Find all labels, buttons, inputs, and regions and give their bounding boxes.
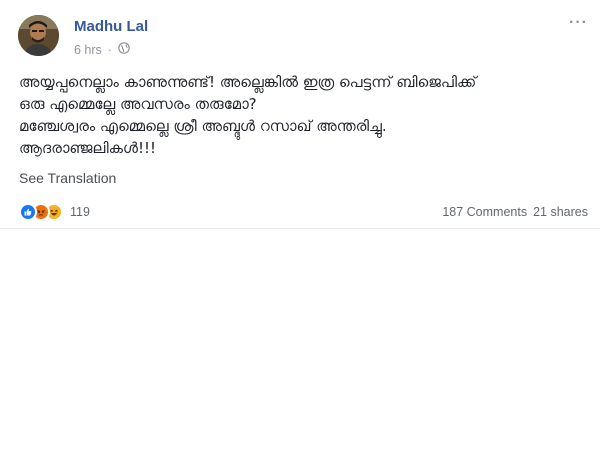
engagement-stats: 187 Comments 21 shares	[442, 205, 588, 219]
see-translation-link[interactable]: See Translation	[19, 170, 116, 186]
shares-count-link[interactable]: 21 shares	[533, 205, 588, 219]
post-text-line: ഒരു എമ്മെല്ലേ അവസരം തരുമോ?	[19, 95, 257, 113]
comments-count-link[interactable]: 187 Comments	[442, 205, 527, 219]
post-timestamp[interactable]: 6 hrs	[74, 43, 102, 57]
post-options-button[interactable]: ···	[569, 14, 588, 32]
meta-separator: ·	[107, 42, 112, 57]
post-text-line: അയ്യപ്പനെല്ലാം കാണുന്നുണ്ട്! അല്ലെങ്കിൽ …	[19, 73, 477, 91]
author-avatar[interactable]	[18, 15, 59, 56]
reactions-summary[interactable]: 119	[19, 203, 90, 221]
reaction-count: 119	[70, 205, 90, 219]
author-name[interactable]: Madhu Lal	[74, 18, 148, 35]
post-meta: 6 hrs ·	[74, 42, 130, 57]
post-card: Madhu Lal 6 hrs · ··· അയ്യപ്പനെല്ലാം കാണ…	[0, 0, 600, 229]
like-reaction-icon	[19, 203, 37, 221]
post-text-line: മഞ്ചേശ്വരം എമ്മെല്ലെ ശ്രീ അബ്ദുൾ റസാഖ് അ…	[19, 117, 387, 135]
post-text-line: ആദരാഞ്ജലികൾ!!!	[19, 139, 156, 157]
post-text: അയ്യപ്പനെല്ലാം കാണുന്നുണ്ട്! അല്ലെങ്കിൽ …	[19, 71, 584, 159]
globe-icon[interactable]	[118, 42, 130, 57]
